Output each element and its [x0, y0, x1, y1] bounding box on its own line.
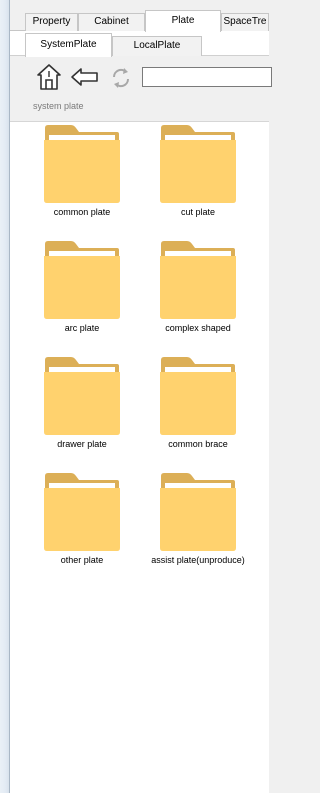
refresh-icon[interactable]	[109, 65, 133, 91]
left-panel-edge	[0, 0, 9, 793]
home-icon[interactable]	[36, 63, 62, 91]
folder-item[interactable]: drawer plate	[27, 356, 139, 466]
folder-icon	[159, 124, 237, 204]
folder-icon	[159, 356, 237, 436]
folder-label: drawer plate	[57, 439, 107, 449]
back-arrow-icon[interactable]	[70, 67, 100, 87]
top-tab-bar: Property Cabinet Plate SpaceTre	[10, 0, 269, 32]
folder-icon	[43, 240, 121, 320]
folder-item[interactable]: arc plate	[27, 240, 139, 350]
tab-system-plate[interactable]: SystemPlate	[25, 33, 112, 57]
folder-icon	[159, 472, 237, 552]
folder-icon	[43, 472, 121, 552]
folder-icon	[43, 124, 121, 204]
folder-item[interactable]: complex shaped	[143, 240, 255, 350]
current-path-label: system plate	[33, 101, 84, 111]
folder-label: common brace	[168, 439, 228, 449]
folder-label: complex shaped	[165, 323, 231, 333]
plate-library-panel: Property Cabinet Plate SpaceTre SystemPl…	[9, 0, 272, 793]
tab-plate[interactable]: Plate	[145, 10, 221, 32]
folder-icon	[43, 356, 121, 436]
tab-local-plate[interactable]: LocalPlate	[112, 36, 202, 56]
folder-label: arc plate	[64, 323, 100, 333]
tab-spacetree[interactable]: SpaceTre	[221, 13, 269, 31]
folder-item[interactable]: other plate	[27, 472, 139, 582]
folder-label: other plate	[60, 555, 104, 565]
search-input[interactable]	[142, 67, 272, 87]
folder-label: assist plate(unproduce)	[151, 555, 245, 565]
folder-item[interactable]: common brace	[143, 356, 255, 466]
folder-item[interactable]: common plate	[27, 124, 139, 234]
folder-icon	[159, 240, 237, 320]
folder-item[interactable]: assist plate(unproduce)	[143, 472, 255, 582]
tab-property[interactable]: Property	[25, 13, 78, 31]
toolbar: system plate	[10, 56, 272, 122]
folder-label: cut plate	[180, 207, 216, 217]
folder-grid: common plate cut plate arc plate complex…	[10, 122, 269, 793]
sub-tab-bar: SystemPlate LocalPlate	[10, 31, 269, 57]
folder-item[interactable]: cut plate	[143, 124, 255, 234]
tab-cabinet[interactable]: Cabinet	[78, 13, 145, 31]
folder-label: common plate	[53, 207, 111, 217]
